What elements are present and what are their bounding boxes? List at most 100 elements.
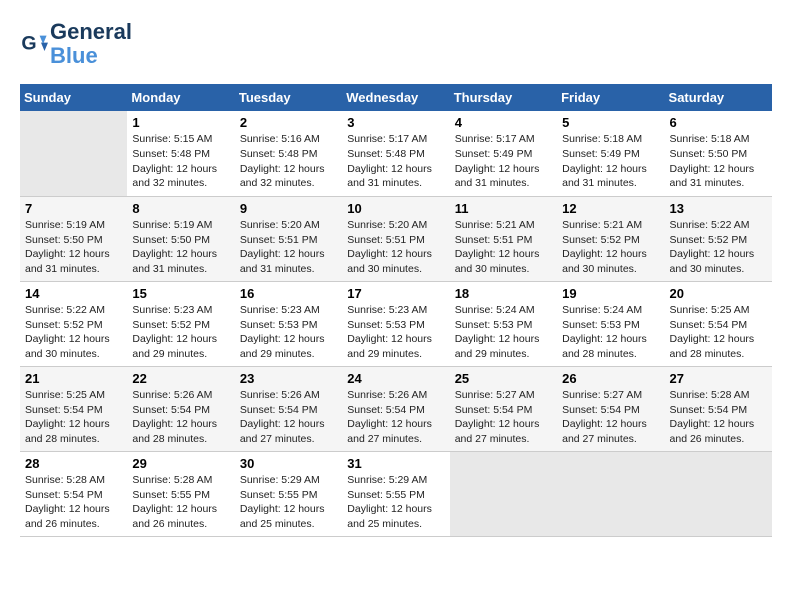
calendar-cell: 30 Sunrise: 5:29 AMSunset: 5:55 PMDayligh… xyxy=(235,451,342,536)
svg-text:G: G xyxy=(21,33,36,55)
day-info: Sunrise: 5:27 AMSunset: 5:54 PMDaylight:… xyxy=(455,388,552,447)
day-number: 11 xyxy=(455,201,552,216)
calendar-cell: 28Sunrise: 5:28 AMSunset: 5:54 PMDayligh… xyxy=(20,451,127,536)
calendar-cell: 17 Sunrise: 5:23 AMSunset: 5:53 PMDayligh… xyxy=(342,281,449,366)
day-info: Sunrise: 5:29 AMSunset: 5:55 PMDaylight:… xyxy=(347,473,444,532)
logo: G GeneralBlue xyxy=(20,20,132,68)
day-number: 4 xyxy=(455,115,552,130)
day-info: Sunrise: 5:23 AMSunset: 5:53 PMDaylight:… xyxy=(240,303,337,362)
calendar-cell: 14Sunrise: 5:22 AMSunset: 5:52 PMDayligh… xyxy=(20,281,127,366)
day-number: 7 xyxy=(25,201,122,216)
day-number: 30 xyxy=(240,456,337,471)
day-number: 20 xyxy=(670,286,767,301)
calendar-cell: 1 Sunrise: 5:15 AMSunset: 5:48 PMDaylight… xyxy=(127,111,234,196)
day-info: Sunrise: 5:17 AMSunset: 5:48 PMDaylight:… xyxy=(347,132,444,191)
day-number: 25 xyxy=(455,371,552,386)
day-info: Sunrise: 5:16 AMSunset: 5:48 PMDaylight:… xyxy=(240,132,337,191)
day-info: Sunrise: 5:23 AMSunset: 5:53 PMDaylight:… xyxy=(347,303,444,362)
calendar-header-row: SundayMondayTuesdayWednesdayThursdayFrid… xyxy=(20,84,772,111)
calendar-cell: 7 Sunrise: 5:19 AMSunset: 5:50 PMDaylight… xyxy=(20,196,127,281)
day-info: Sunrise: 5:20 AMSunset: 5:51 PMDaylight:… xyxy=(347,218,444,277)
day-number: 10 xyxy=(347,201,444,216)
header-day-saturday: Saturday xyxy=(665,84,772,111)
day-number: 13 xyxy=(670,201,767,216)
day-number: 22 xyxy=(132,371,229,386)
calendar-cell: 29Sunrise: 5:28 AMSunset: 5:55 PMDayligh… xyxy=(127,451,234,536)
day-info: Sunrise: 5:24 AMSunset: 5:53 PMDaylight:… xyxy=(562,303,659,362)
day-info: Sunrise: 5:21 AMSunset: 5:52 PMDaylight:… xyxy=(562,218,659,277)
calendar-cell: 19 Sunrise: 5:24 AMSunset: 5:53 PMDayligh… xyxy=(557,281,664,366)
calendar-cell: 25 Sunrise: 5:27 AMSunset: 5:54 PMDayligh… xyxy=(450,366,557,451)
day-info: Sunrise: 5:22 AMSunset: 5:52 PMDaylight:… xyxy=(670,218,767,277)
calendar-cell: 3 Sunrise: 5:17 AMSunset: 5:48 PMDaylight… xyxy=(342,111,449,196)
calendar-week-row: 14Sunrise: 5:22 AMSunset: 5:52 PMDayligh… xyxy=(20,281,772,366)
calendar-cell: 4 Sunrise: 5:17 AMSunset: 5:49 PMDaylight… xyxy=(450,111,557,196)
day-info: Sunrise: 5:15 AMSunset: 5:48 PMDaylight:… xyxy=(132,132,229,191)
calendar-cell: 13 Sunrise: 5:22 AMSunset: 5:52 PMDayligh… xyxy=(665,196,772,281)
calendar-cell: 21Sunrise: 5:25 AMSunset: 5:54 PMDayligh… xyxy=(20,366,127,451)
day-info: Sunrise: 5:22 AMSunset: 5:52 PMDaylight:… xyxy=(25,303,122,362)
day-info: Sunrise: 5:26 AMSunset: 5:54 PMDaylight:… xyxy=(347,388,444,447)
day-number: 9 xyxy=(240,201,337,216)
calendar-cell: 6 Sunrise: 5:18 AMSunset: 5:50 PMDaylight… xyxy=(665,111,772,196)
header-day-thursday: Thursday xyxy=(450,84,557,111)
calendar-cell: 5 Sunrise: 5:18 AMSunset: 5:49 PMDaylight… xyxy=(557,111,664,196)
day-info: Sunrise: 5:29 AMSunset: 5:55 PMDaylight:… xyxy=(240,473,337,532)
day-info: Sunrise: 5:20 AMSunset: 5:51 PMDaylight:… xyxy=(240,218,337,277)
day-number: 1 xyxy=(132,115,229,130)
day-number: 12 xyxy=(562,201,659,216)
logo-text: GeneralBlue xyxy=(50,20,132,68)
calendar-cell: 26Sunrise: 5:27 AMSunset: 5:54 PMDayligh… xyxy=(557,366,664,451)
day-info: Sunrise: 5:18 AMSunset: 5:50 PMDaylight:… xyxy=(670,132,767,191)
day-info: Sunrise: 5:19 AMSunset: 5:50 PMDaylight:… xyxy=(25,218,122,277)
day-number: 27 xyxy=(670,371,767,386)
calendar-cell xyxy=(557,451,664,536)
header-day-wednesday: Wednesday xyxy=(342,84,449,111)
day-number: 2 xyxy=(240,115,337,130)
day-number: 17 xyxy=(347,286,444,301)
day-info: Sunrise: 5:23 AMSunset: 5:52 PMDaylight:… xyxy=(132,303,229,362)
page-header: G GeneralBlue xyxy=(20,20,772,68)
day-number: 19 xyxy=(562,286,659,301)
header-day-sunday: Sunday xyxy=(20,84,127,111)
day-info: Sunrise: 5:18 AMSunset: 5:49 PMDaylight:… xyxy=(562,132,659,191)
logo-icon: G xyxy=(20,30,48,58)
day-number: 16 xyxy=(240,286,337,301)
calendar-cell xyxy=(20,111,127,196)
calendar-cell: 31Sunrise: 5:29 AMSunset: 5:55 PMDayligh… xyxy=(342,451,449,536)
day-info: Sunrise: 5:19 AMSunset: 5:50 PMDaylight:… xyxy=(132,218,229,277)
day-number: 5 xyxy=(562,115,659,130)
header-day-monday: Monday xyxy=(127,84,234,111)
day-info: Sunrise: 5:28 AMSunset: 5:55 PMDaylight:… xyxy=(132,473,229,532)
day-info: Sunrise: 5:26 AMSunset: 5:54 PMDaylight:… xyxy=(132,388,229,447)
day-info: Sunrise: 5:17 AMSunset: 5:49 PMDaylight:… xyxy=(455,132,552,191)
header-day-tuesday: Tuesday xyxy=(235,84,342,111)
calendar-cell: 20 Sunrise: 5:25 AMSunset: 5:54 PMDayligh… xyxy=(665,281,772,366)
day-info: Sunrise: 5:26 AMSunset: 5:54 PMDaylight:… xyxy=(240,388,337,447)
day-info: Sunrise: 5:21 AMSunset: 5:51 PMDaylight:… xyxy=(455,218,552,277)
calendar-cell: 18Sunrise: 5:24 AMSunset: 5:53 PMDayligh… xyxy=(450,281,557,366)
day-number: 28 xyxy=(25,456,122,471)
day-number: 24 xyxy=(347,371,444,386)
calendar-cell: 10 Sunrise: 5:20 AMSunset: 5:51 PMDayligh… xyxy=(342,196,449,281)
day-number: 18 xyxy=(455,286,552,301)
calendar-cell: 24 Sunrise: 5:26 AMSunset: 5:54 PMDayligh… xyxy=(342,366,449,451)
day-number: 23 xyxy=(240,371,337,386)
calendar-cell: 16 Sunrise: 5:23 AMSunset: 5:53 PMDayligh… xyxy=(235,281,342,366)
calendar-week-row: 7 Sunrise: 5:19 AMSunset: 5:50 PMDaylight… xyxy=(20,196,772,281)
calendar-cell: 9 Sunrise: 5:20 AMSunset: 5:51 PMDaylight… xyxy=(235,196,342,281)
day-info: Sunrise: 5:25 AMSunset: 5:54 PMDaylight:… xyxy=(670,303,767,362)
calendar-week-row: 1 Sunrise: 5:15 AMSunset: 5:48 PMDaylight… xyxy=(20,111,772,196)
calendar-cell: 11 Sunrise: 5:21 AMSunset: 5:51 PMDayligh… xyxy=(450,196,557,281)
day-number: 6 xyxy=(670,115,767,130)
day-info: Sunrise: 5:28 AMSunset: 5:54 PMDaylight:… xyxy=(670,388,767,447)
day-number: 8 xyxy=(132,201,229,216)
calendar-cell: 22 Sunrise: 5:26 AMSunset: 5:54 PMDayligh… xyxy=(127,366,234,451)
calendar-cell: 23 Sunrise: 5:26 AMSunset: 5:54 PMDayligh… xyxy=(235,366,342,451)
calendar-cell: 27 Sunrise: 5:28 AMSunset: 5:54 PMDayligh… xyxy=(665,366,772,451)
day-number: 3 xyxy=(347,115,444,130)
header-day-friday: Friday xyxy=(557,84,664,111)
calendar-table: SundayMondayTuesdayWednesdayThursdayFrid… xyxy=(20,84,772,537)
calendar-week-row: 21Sunrise: 5:25 AMSunset: 5:54 PMDayligh… xyxy=(20,366,772,451)
day-info: Sunrise: 5:25 AMSunset: 5:54 PMDaylight:… xyxy=(25,388,122,447)
